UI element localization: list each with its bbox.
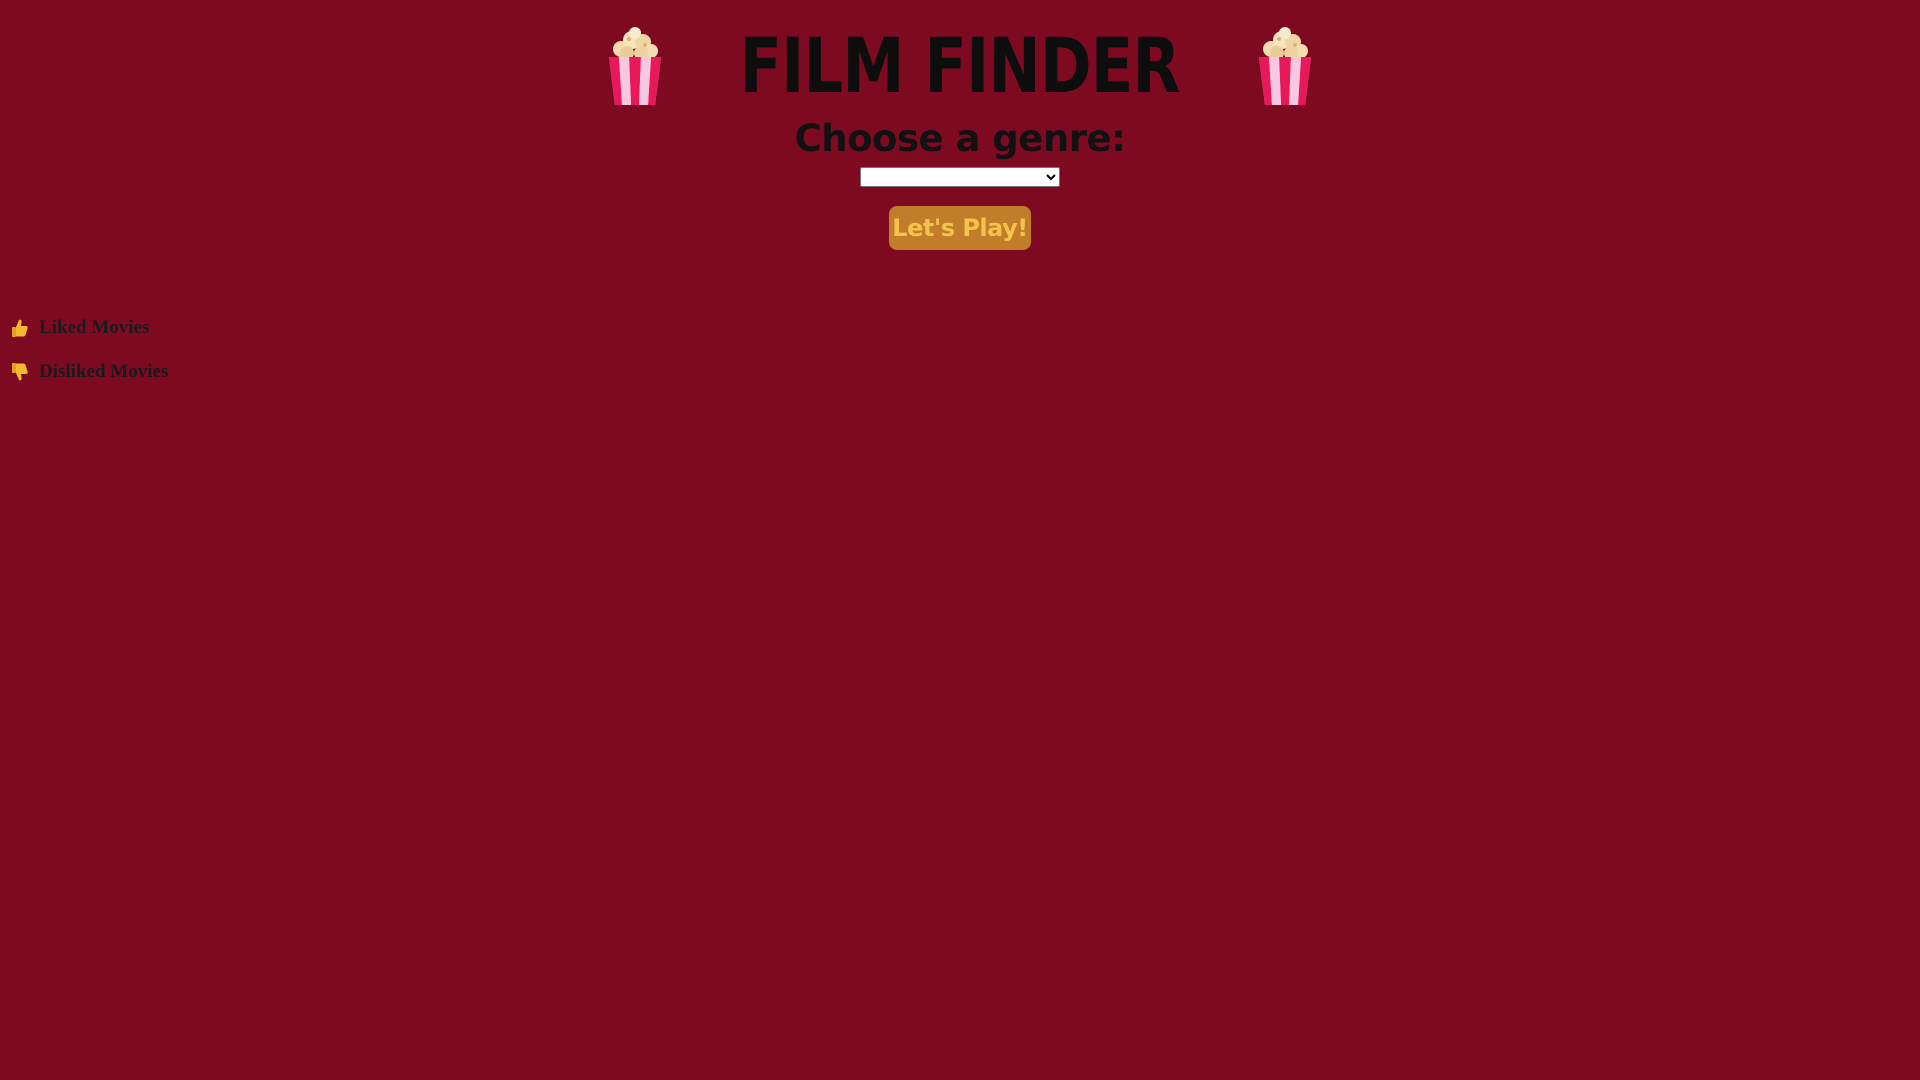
- header: FILM FINDER: [0, 24, 1920, 108]
- genre-select[interactable]: [860, 167, 1060, 187]
- popcorn-icon: [1258, 27, 1311, 105]
- genre-prompt: Choose a genre:: [794, 117, 1126, 160]
- thumbs-down-icon: [12, 363, 28, 381]
- popcorn-icon: [609, 27, 662, 105]
- liked-movies-toggle[interactable]: Liked Movies: [10, 317, 149, 339]
- thumbs-up-icon: [12, 319, 28, 337]
- disliked-movies-toggle[interactable]: Disliked Movies: [10, 361, 168, 383]
- app-title: FILM FINDER: [739, 21, 1181, 110]
- liked-movies-label: Liked Movies: [39, 317, 150, 338]
- lets-play-button[interactable]: Let's Play!: [889, 206, 1031, 250]
- disliked-movies-label: Disliked Movies: [39, 361, 169, 382]
